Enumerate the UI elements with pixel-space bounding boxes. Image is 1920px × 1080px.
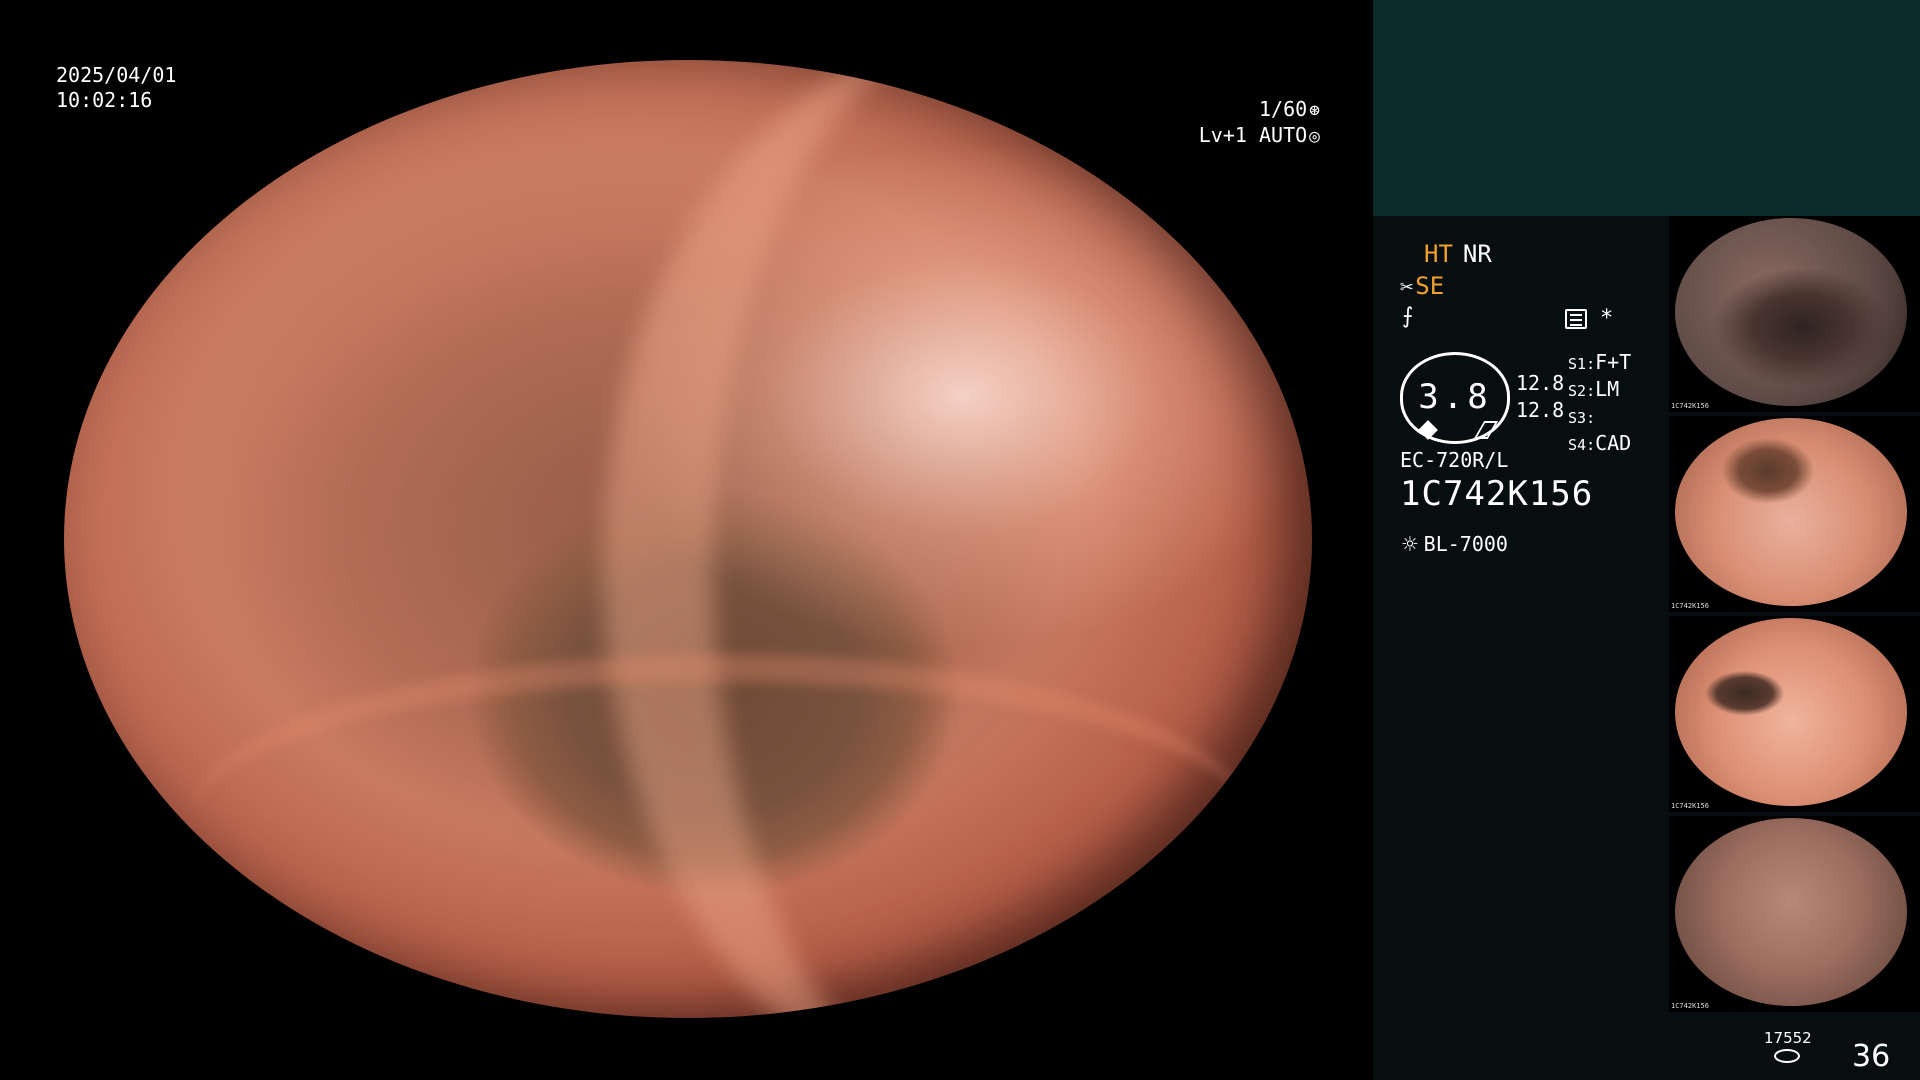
endoscope-image xyxy=(64,60,1312,1018)
thumbnail[interactable]: 1C742K156 xyxy=(1669,216,1920,412)
mucosa-fold xyxy=(188,653,1250,989)
thumbnail-image xyxy=(1675,618,1907,806)
exposure-overlay: 1/60 ⊛ Lv+1 AUTO ◎ xyxy=(1080,97,1320,149)
setting-key: S2 xyxy=(1568,382,1587,400)
image-count: 36 xyxy=(1852,1039,1891,1074)
thumbnail-label: 1C742K156 xyxy=(1671,1002,1709,1010)
setting-key: S4 xyxy=(1568,436,1587,454)
ht-nr-row: HT NR xyxy=(1424,240,1492,268)
reading-1: 12.8 xyxy=(1516,371,1565,395)
iris-mode-text: AUTO xyxy=(1258,123,1308,147)
ht-label: HT xyxy=(1424,240,1453,268)
function-symbol: ⨍ xyxy=(1402,304,1414,329)
setting-value: F+T xyxy=(1595,350,1632,374)
thumbnail-label: 1C742K156 xyxy=(1671,802,1709,810)
date-text: 2025/04/01 xyxy=(56,63,177,87)
star-marker: * xyxy=(1600,306,1614,331)
thumbnail[interactable]: 1C742K156 xyxy=(1669,816,1920,1012)
setting-s3: S3: xyxy=(1568,409,1596,427)
scissors-icon: ✂ xyxy=(1400,275,1414,300)
setting-value: LM xyxy=(1595,377,1620,401)
se-row: ✂SE xyxy=(1400,272,1444,300)
thumbnail-label: 1C742K156 xyxy=(1671,402,1709,410)
thumbnail-image xyxy=(1675,818,1907,1006)
light-source: ☼ BL-7000 xyxy=(1402,530,1508,560)
scope-serial: 1C742K156 xyxy=(1400,474,1594,514)
setting-s1: S1:F+T xyxy=(1568,350,1632,374)
nr-label: NR xyxy=(1462,240,1492,268)
gauge: 3.8 xyxy=(1400,352,1510,444)
storage-count: 17552 xyxy=(1764,1029,1812,1047)
sun-icon: ☼ xyxy=(1402,530,1418,560)
endoscope-view: 2025/04/01 10:02:16 1/60 ⊛ Lv+1 AUTO ◎ xyxy=(0,0,1372,1080)
reading-2: 12.8 xyxy=(1516,398,1565,422)
thumbnail-image xyxy=(1675,418,1907,606)
disk-icon xyxy=(1774,1049,1800,1063)
gauge-value: 3.8 xyxy=(1418,377,1492,417)
se-label: SE xyxy=(1415,272,1445,300)
datetime-overlay: 2025/04/01 10:02:16 xyxy=(56,63,176,113)
menu-icon xyxy=(1565,309,1587,329)
setting-s4: S4:CAD xyxy=(1568,431,1632,455)
thumbnail-image xyxy=(1675,218,1907,406)
light-source-text: BL-7000 xyxy=(1423,532,1508,556)
setting-key: S1 xyxy=(1568,355,1587,373)
setting-value: CAD xyxy=(1595,431,1632,455)
setting-key: S3 xyxy=(1568,409,1587,427)
thumbnail[interactable]: 1C742K156 xyxy=(1669,416,1920,612)
time-text: 10:02:16 xyxy=(56,88,153,112)
setting-s2: S2:LM xyxy=(1568,377,1620,401)
scope-model: EC-720R/L xyxy=(1400,448,1509,472)
shutter-text: 1/60 xyxy=(1258,97,1308,121)
top-right-panel xyxy=(1373,0,1920,216)
level-text: Lv+1 xyxy=(1198,123,1247,147)
readings: 12.8 12.8 xyxy=(1516,370,1564,424)
thumbnail-strip: 1C742K156 1C742K156 1C742K156 1C742K156 xyxy=(1669,216,1920,1016)
iris-icon: ◎ xyxy=(1309,126,1320,147)
switch-settings: S1:F+T S2:LM S3: S4:CAD xyxy=(1568,350,1631,458)
thumbnail-label: 1C742K156 xyxy=(1671,602,1709,610)
shutter-icon: ⊛ xyxy=(1309,100,1320,121)
thumbnail[interactable]: 1C742K156 xyxy=(1669,616,1920,812)
